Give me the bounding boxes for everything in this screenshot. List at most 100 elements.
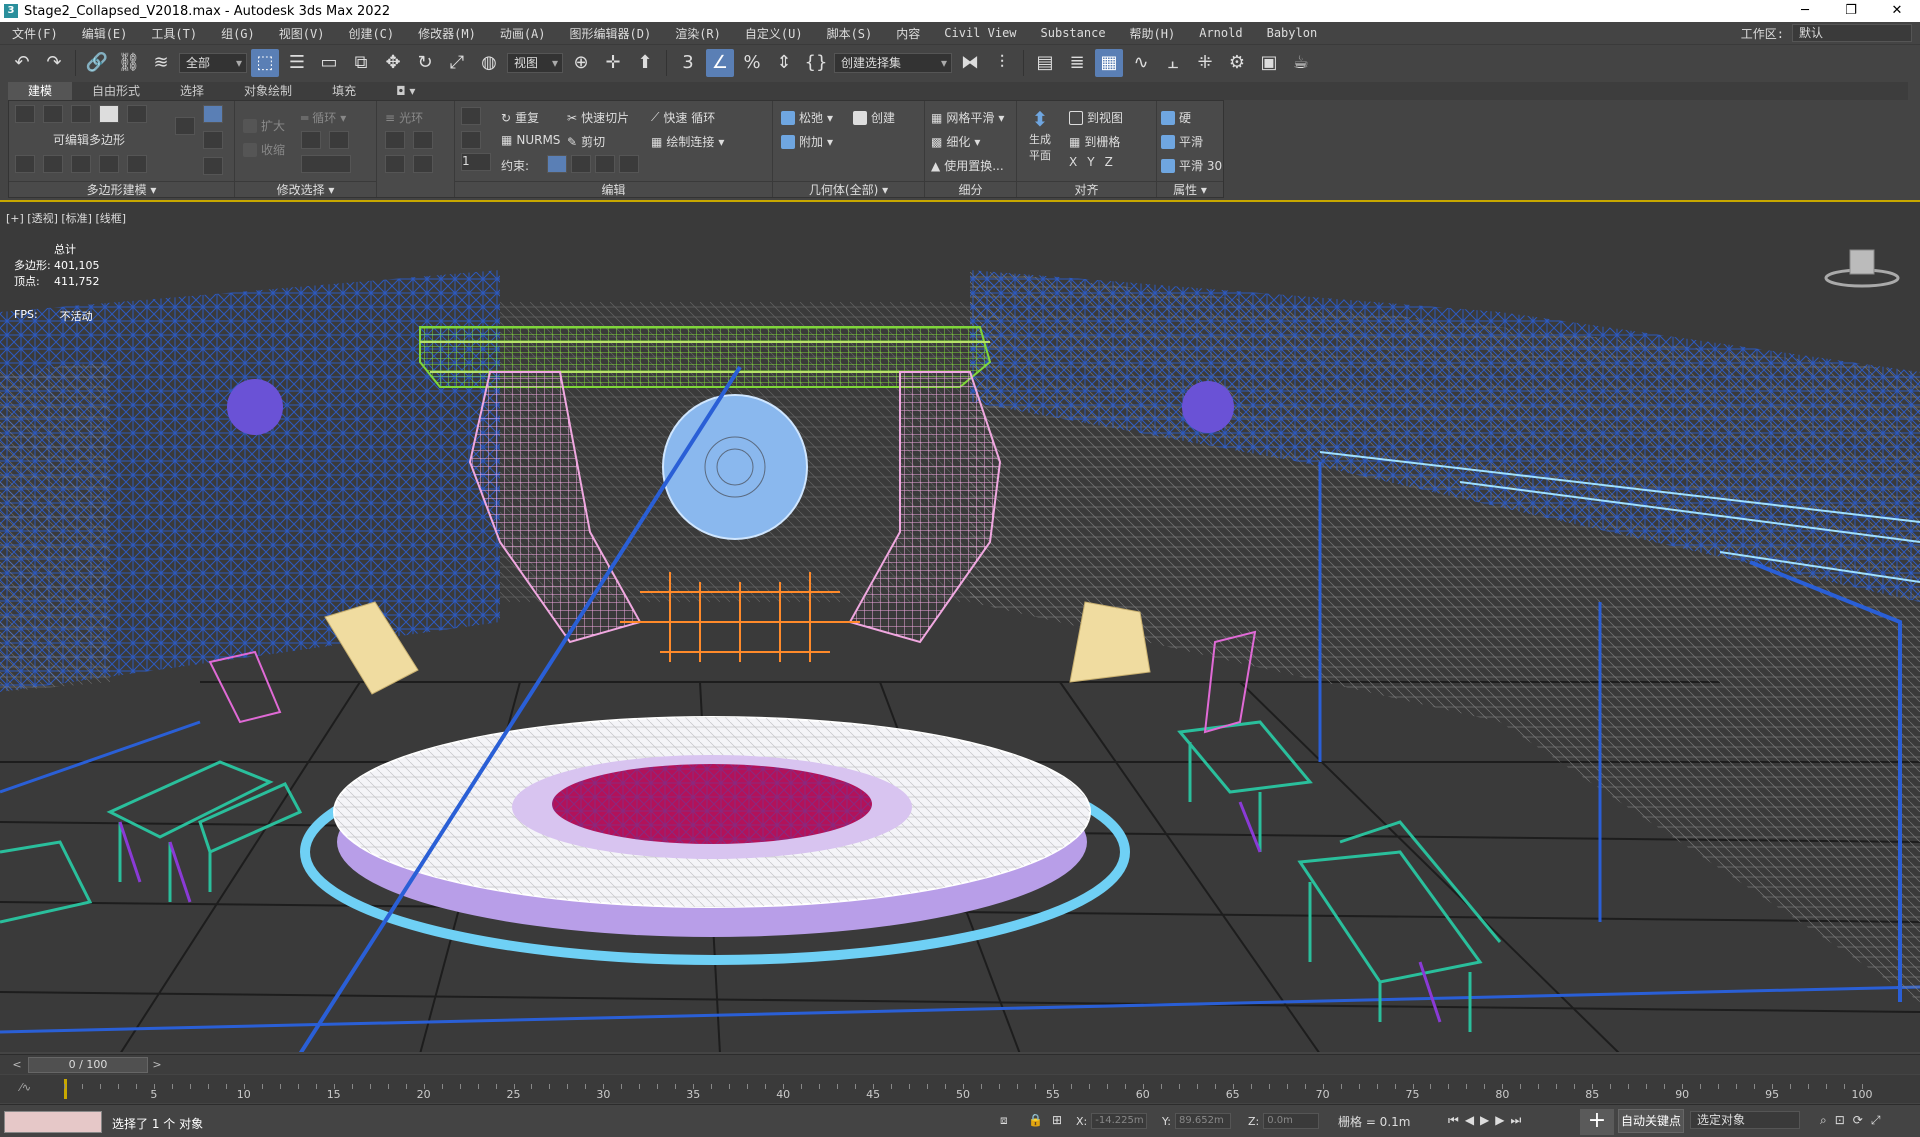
move-icon[interactable]: ✥ xyxy=(379,49,407,77)
ring-shrink-icon[interactable] xyxy=(413,131,433,149)
previous-modifier-icon[interactable] xyxy=(203,131,223,149)
viewport-label[interactable]: [+] [透视] [标准] [线框] xyxy=(6,210,126,226)
border-mode-icon[interactable] xyxy=(71,105,91,123)
polygon-mode-icon[interactable] xyxy=(99,105,119,123)
menu-file[interactable]: 文件(F) xyxy=(0,25,70,42)
maximize-viewport-icon[interactable]: ⤢ xyxy=(1871,1113,1889,1127)
grow-button[interactable]: 扩大 xyxy=(243,117,285,134)
workspace-dropdown[interactable]: 默认 xyxy=(1792,24,1912,42)
menu-customize[interactable]: 自定义(U) xyxy=(733,25,815,42)
preview-icon[interactable] xyxy=(43,155,63,173)
menu-arnold[interactable]: Arnold xyxy=(1187,26,1254,40)
tab-modeling[interactable]: 建模 xyxy=(8,82,73,100)
perspective-viewport[interactable]: [+] [透视] [标准] [线框] 总计 多边形: 401,105 顶点: 411… xyxy=(0,200,1920,1052)
goto-end-icon[interactable]: ⏭ xyxy=(1511,1113,1528,1127)
next-modifier-icon[interactable] xyxy=(203,157,223,175)
play-icon[interactable]: ▶ xyxy=(1480,1113,1495,1127)
align-z-button[interactable]: Z xyxy=(1105,155,1113,169)
menu-content[interactable]: 内容 xyxy=(884,25,932,42)
panel-title-subdivision[interactable]: 细分 xyxy=(925,181,1016,197)
constraint-face-icon[interactable] xyxy=(595,155,615,173)
modifier-stack-icon[interactable] xyxy=(15,155,35,173)
use-displacement-button[interactable]: ▲ 使用置换... xyxy=(931,157,1004,174)
tab-object-paint[interactable]: 对象绘制 xyxy=(224,82,312,100)
menu-tools[interactable]: 工具(T) xyxy=(139,25,209,42)
ring-extend-icon[interactable] xyxy=(413,155,433,173)
add-key-icon[interactable]: + xyxy=(1580,1109,1614,1135)
render-icon[interactable]: ☕ xyxy=(1287,49,1315,77)
ring-select-icon[interactable] xyxy=(385,155,405,173)
align-y-button[interactable]: Y xyxy=(1087,155,1094,169)
tweak-icon[interactable] xyxy=(461,131,481,149)
scene-explorer-icon[interactable]: ▤ xyxy=(1031,49,1059,77)
menu-create[interactable]: 创建(C) xyxy=(336,25,406,42)
selection-filter-dropdown[interactable]: 全部 xyxy=(179,52,247,73)
meshsmooth-button[interactable]: ▦ 网格平滑 ▾ xyxy=(931,109,1004,126)
x-field[interactable]: -14.225m xyxy=(1091,1113,1148,1129)
mirror-icon[interactable]: ⧓ xyxy=(956,49,984,77)
keyboard-shortcut-icon[interactable]: ⬆ xyxy=(631,49,659,77)
loop-shrink-icon[interactable] xyxy=(329,131,349,149)
time-prev-button[interactable]: < xyxy=(10,1057,24,1073)
relax-button[interactable]: 松弛 ▾ xyxy=(781,109,833,126)
edit-named-selection-icon[interactable]: {} xyxy=(802,49,830,77)
menu-rendering[interactable]: 渲染(R) xyxy=(663,25,733,42)
select-by-name-icon[interactable]: ☰ xyxy=(283,49,311,77)
layer-explorer-icon[interactable]: ≣ xyxy=(1063,49,1091,77)
z-field[interactable]: 0.0m xyxy=(1263,1113,1320,1129)
collapse-stack-icon[interactable] xyxy=(99,155,119,173)
loop-grow-icon[interactable] xyxy=(301,131,321,149)
place-icon[interactable]: ◍ xyxy=(475,49,503,77)
link-icon[interactable]: 🔗 xyxy=(83,49,111,77)
rect-selection-icon[interactable]: ▭ xyxy=(315,49,343,77)
tab-selection[interactable]: 选择 xyxy=(160,82,224,100)
pin-stack-icon[interactable] xyxy=(175,117,195,135)
element-mode-icon[interactable] xyxy=(127,105,147,123)
loop-mode-dropdown[interactable] xyxy=(301,155,351,173)
scale-icon[interactable]: ⤢ xyxy=(443,49,471,77)
menu-edit[interactable]: 编辑(E) xyxy=(70,25,140,42)
use-soft-selection-icon[interactable] xyxy=(203,105,223,123)
time-slider[interactable]: < 0 / 100 > xyxy=(0,1054,1920,1074)
preserve-uvs-icon[interactable] xyxy=(461,107,481,125)
menu-help[interactable]: 帮助(H) xyxy=(1118,25,1188,42)
rotate-icon[interactable]: ↻ xyxy=(411,49,439,77)
absolute-mode-icon[interactable]: ⊞ xyxy=(1052,1113,1062,1127)
maximize-button[interactable]: ❐ xyxy=(1828,0,1874,22)
panel-title-align[interactable]: 对齐 xyxy=(1017,181,1156,197)
tab-freeform[interactable]: 自由形式 xyxy=(72,82,160,100)
orbit-icon[interactable]: ⟳ xyxy=(1853,1113,1871,1127)
align-icon[interactable]: ⫶ xyxy=(988,49,1016,77)
shrink-button[interactable]: 收缩 xyxy=(243,141,285,158)
close-button[interactable]: ✕ xyxy=(1874,0,1920,22)
next-frame-icon[interactable]: ▶ xyxy=(1495,1113,1510,1127)
menu-views[interactable]: 视图(V) xyxy=(267,25,337,42)
snap-toggle-icon[interactable]: 3 xyxy=(674,49,702,77)
menu-group[interactable]: 组(G) xyxy=(209,25,267,42)
unlink-icon[interactable]: ⛓ xyxy=(115,49,143,77)
spinner-field[interactable]: 1 xyxy=(461,153,491,171)
tessellate-button[interactable]: ▩ 细化 ▾ xyxy=(931,133,980,150)
hard-button[interactable]: 硬 xyxy=(1161,109,1191,126)
loop-button[interactable]: ═ 循环 ▾ xyxy=(301,109,346,126)
menu-graph-editors[interactable]: 图形编辑器(D) xyxy=(558,25,664,42)
window-crossing-icon[interactable]: ⧉ xyxy=(347,49,375,77)
ribbon-options-icon[interactable]: ◘ ▾ xyxy=(376,82,435,100)
material-editor-icon[interactable]: ⁜ xyxy=(1191,49,1219,77)
select-object-icon[interactable]: ⬚ xyxy=(251,48,279,77)
curve-editor-mini-icon[interactable]: ⁄∿ xyxy=(20,1081,31,1094)
percent-snap-icon[interactable]: % xyxy=(738,49,766,77)
nurms-button[interactable]: ▦ NURMS xyxy=(501,133,560,147)
panel-title-modify-selection[interactable]: 修改选择 ▾ xyxy=(235,181,376,197)
menu-scripting[interactable]: 脚本(S) xyxy=(815,25,885,42)
paint-connect-button[interactable]: ▦ 绘制连接 ▾ xyxy=(651,133,724,150)
pivot-center-icon[interactable]: ⊕ xyxy=(567,49,595,77)
prev-frame-icon[interactable]: ◀ xyxy=(1465,1113,1480,1127)
bind-spacewarp-icon[interactable]: ≋ xyxy=(147,49,175,77)
cut-button[interactable]: ✎ 剪切 xyxy=(567,133,605,150)
panel-title-geometry[interactable]: 几何体(全部) ▾ xyxy=(773,181,924,197)
smooth-button[interactable]: 平滑 xyxy=(1161,133,1203,150)
panel-title-edit[interactable]: 编辑 xyxy=(455,181,772,197)
zoom-icon[interactable]: ⌕ xyxy=(1820,1113,1835,1127)
ring-button[interactable]: ≡ 光环 xyxy=(385,109,423,126)
